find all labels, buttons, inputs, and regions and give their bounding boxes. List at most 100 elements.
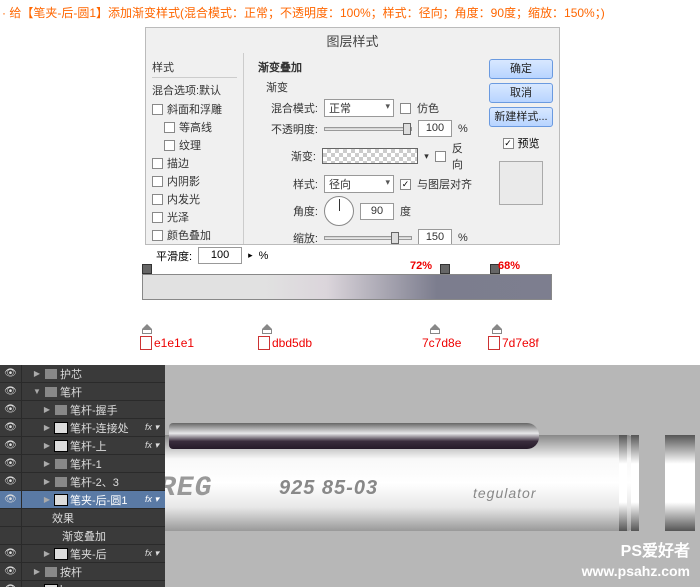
color-stop[interactable] (142, 324, 152, 334)
visibility-icon[interactable]: 👁 (0, 365, 22, 382)
layer-row[interactable]: 👁▶bg (0, 581, 165, 587)
scale-slider[interactable] (324, 236, 412, 240)
ok-button[interactable]: 确定 (489, 59, 553, 79)
cancel-button[interactable]: 取消 (489, 83, 553, 103)
dither-label: 仿色 (417, 100, 439, 116)
fx-badge[interactable]: fx ▾ (145, 422, 161, 433)
visibility-icon[interactable]: 👁 (0, 383, 22, 400)
gradient-editor: 平滑度: 100 ▸ % 72% 68% e1e1e1 dbd5db 7c7d8… (132, 247, 562, 333)
visibility-icon[interactable]: 👁 (0, 491, 22, 508)
blend-mode-select[interactable]: 正常 (324, 99, 394, 117)
align-checkbox[interactable] (400, 179, 411, 190)
layer-row[interactable]: 👁 ▶ 笔杆-握手 (0, 401, 165, 419)
blending-options[interactable]: 混合选项:默认 (152, 80, 237, 100)
layer-thumb (54, 440, 68, 452)
align-label: 与图层对齐 (417, 176, 472, 192)
gradient-bar[interactable] (142, 274, 552, 300)
color-stop[interactable] (430, 324, 440, 334)
visibility-icon[interactable]: 👁 (0, 455, 22, 472)
effect-inner-glow[interactable]: 内发光 (152, 190, 237, 208)
layer-row[interactable]: 效果 (0, 509, 165, 527)
layer-row[interactable]: 👁▶笔夹-后-圆1fx ▾ (0, 491, 165, 509)
angle-dial[interactable] (324, 196, 354, 226)
visibility-icon[interactable]: 👁 (0, 401, 22, 418)
gradient-preview[interactable] (322, 148, 418, 164)
expand-icon[interactable]: ▶ (42, 495, 52, 504)
layer-row[interactable]: 👁▶笔杆-2、3 (0, 473, 165, 491)
expand-icon[interactable]: ▶ (42, 477, 52, 486)
layers-panel: 👁▶护芯👁▼笔杆👁▶笔杆-握手👁▶笔杆-连接处fx ▾👁▶笔杆-上fx ▾👁▶笔… (0, 365, 165, 587)
color-stop[interactable] (492, 324, 502, 334)
new-style-button[interactable]: 新建样式... (489, 107, 553, 127)
color-hex: 7d7e8f (488, 336, 539, 350)
visibility-icon[interactable]: 👁 (0, 419, 22, 436)
stop-percent: 68% (498, 260, 520, 272)
expand-icon[interactable]: ▶ (32, 567, 42, 576)
button-column: 确定 取消 新建样式... 预览 (483, 53, 559, 245)
folder-icon (45, 369, 57, 379)
layer-name: 笔杆-1 (70, 456, 161, 472)
expand-icon[interactable]: ▶ (42, 549, 52, 558)
preview-checkbox[interactable] (503, 138, 514, 149)
layer-name: bg (60, 584, 161, 587)
visibility-icon[interactable]: 👁 (0, 473, 22, 490)
expand-icon[interactable]: ▶ (42, 423, 52, 432)
effect-color-overlay[interactable]: 颜色叠加 (152, 226, 237, 244)
effect-satin[interactable]: 光泽 (152, 208, 237, 226)
opacity-stop[interactable] (142, 264, 152, 274)
layer-row[interactable]: 👁▶笔夹-后fx ▾ (0, 545, 165, 563)
layer-name: 笔杆-上 (70, 438, 145, 454)
dither-checkbox[interactable] (400, 103, 411, 114)
layer-row[interactable]: 👁 ▼ 笔杆 (0, 383, 165, 401)
fx-badge[interactable]: fx ▾ (145, 494, 161, 505)
dialog-area: 图层样式 样式 混合选项:默认 斜面和浮雕 等高线 纹理 描边 内阴影 内发光 … (0, 25, 700, 365)
layer-thumb (44, 584, 58, 587)
expand-icon[interactable]: ▶ (42, 405, 52, 414)
opacity-stop[interactable] (440, 264, 450, 274)
visibility-icon[interactable] (0, 509, 22, 526)
style-select[interactable]: 径向 (324, 175, 394, 193)
expand-icon[interactable]: ▶ (42, 459, 52, 468)
smoothness-input[interactable]: 100 (198, 247, 242, 264)
effect-inner-shadow[interactable]: 内阴影 (152, 172, 237, 190)
effect-stroke[interactable]: 描边 (152, 154, 237, 172)
layer-name: 按杆 (60, 564, 161, 580)
effect-texture[interactable]: 纹理 (152, 136, 237, 154)
preview-swatch (499, 161, 543, 205)
layer-row[interactable]: 渐变叠加 (0, 527, 165, 545)
watermark-name: PS爱好者 (621, 537, 690, 561)
layer-row[interactable]: 👁 ▶ 笔杆-上fx ▾ (0, 437, 165, 455)
pen-text-num: 925 85-03 (279, 477, 378, 500)
folder-icon (45, 567, 57, 577)
visibility-icon[interactable]: 👁 (0, 545, 22, 562)
layer-row[interactable]: 👁 ▶ 笔杆-1 (0, 455, 165, 473)
layer-name: 笔杆-握手 (70, 402, 161, 418)
angle-input[interactable]: 90 (360, 203, 394, 220)
visibility-icon[interactable]: 👁 (0, 581, 22, 587)
fx-badge[interactable]: fx ▾ (145, 548, 161, 559)
angle-label: 角度: (262, 203, 318, 219)
opacity-slider[interactable] (324, 127, 412, 131)
reverse-checkbox[interactable] (435, 151, 446, 162)
settings-column: 渐变叠加 渐变 混合模式: 正常 仿色 不透明度: 100 % 渐变: (244, 53, 483, 245)
effect-bevel[interactable]: 斜面和浮雕 (152, 100, 237, 118)
expand-icon[interactable]: ▶ (32, 369, 42, 378)
folder-icon (55, 477, 67, 487)
styles-header[interactable]: 样式 (152, 57, 237, 78)
scale-input[interactable]: 150 (418, 229, 452, 245)
layer-name: 护芯 (60, 366, 161, 382)
styles-column: 样式 混合选项:默认 斜面和浮雕 等高线 纹理 描边 内阴影 内发光 光泽 颜色… (146, 53, 244, 245)
layer-row[interactable]: 👁 ▶ 护芯 (0, 365, 165, 383)
visibility-icon[interactable]: 👁 (0, 563, 22, 580)
fx-badge[interactable]: fx ▾ (145, 440, 161, 451)
visibility-icon[interactable]: 👁 (0, 437, 22, 454)
layer-row[interactable]: 👁 ▶ 按杆 (0, 563, 165, 581)
expand-icon[interactable]: ▼ (32, 387, 42, 396)
opacity-input[interactable]: 100 (418, 120, 452, 137)
color-stop[interactable] (262, 324, 272, 334)
effect-contour[interactable]: 等高线 (152, 118, 237, 136)
expand-icon[interactable]: ▶ (42, 441, 52, 450)
visibility-icon[interactable] (0, 527, 22, 544)
layer-row[interactable]: 👁▶笔杆-连接处fx ▾ (0, 419, 165, 437)
layer-name: 笔杆 (60, 384, 161, 400)
